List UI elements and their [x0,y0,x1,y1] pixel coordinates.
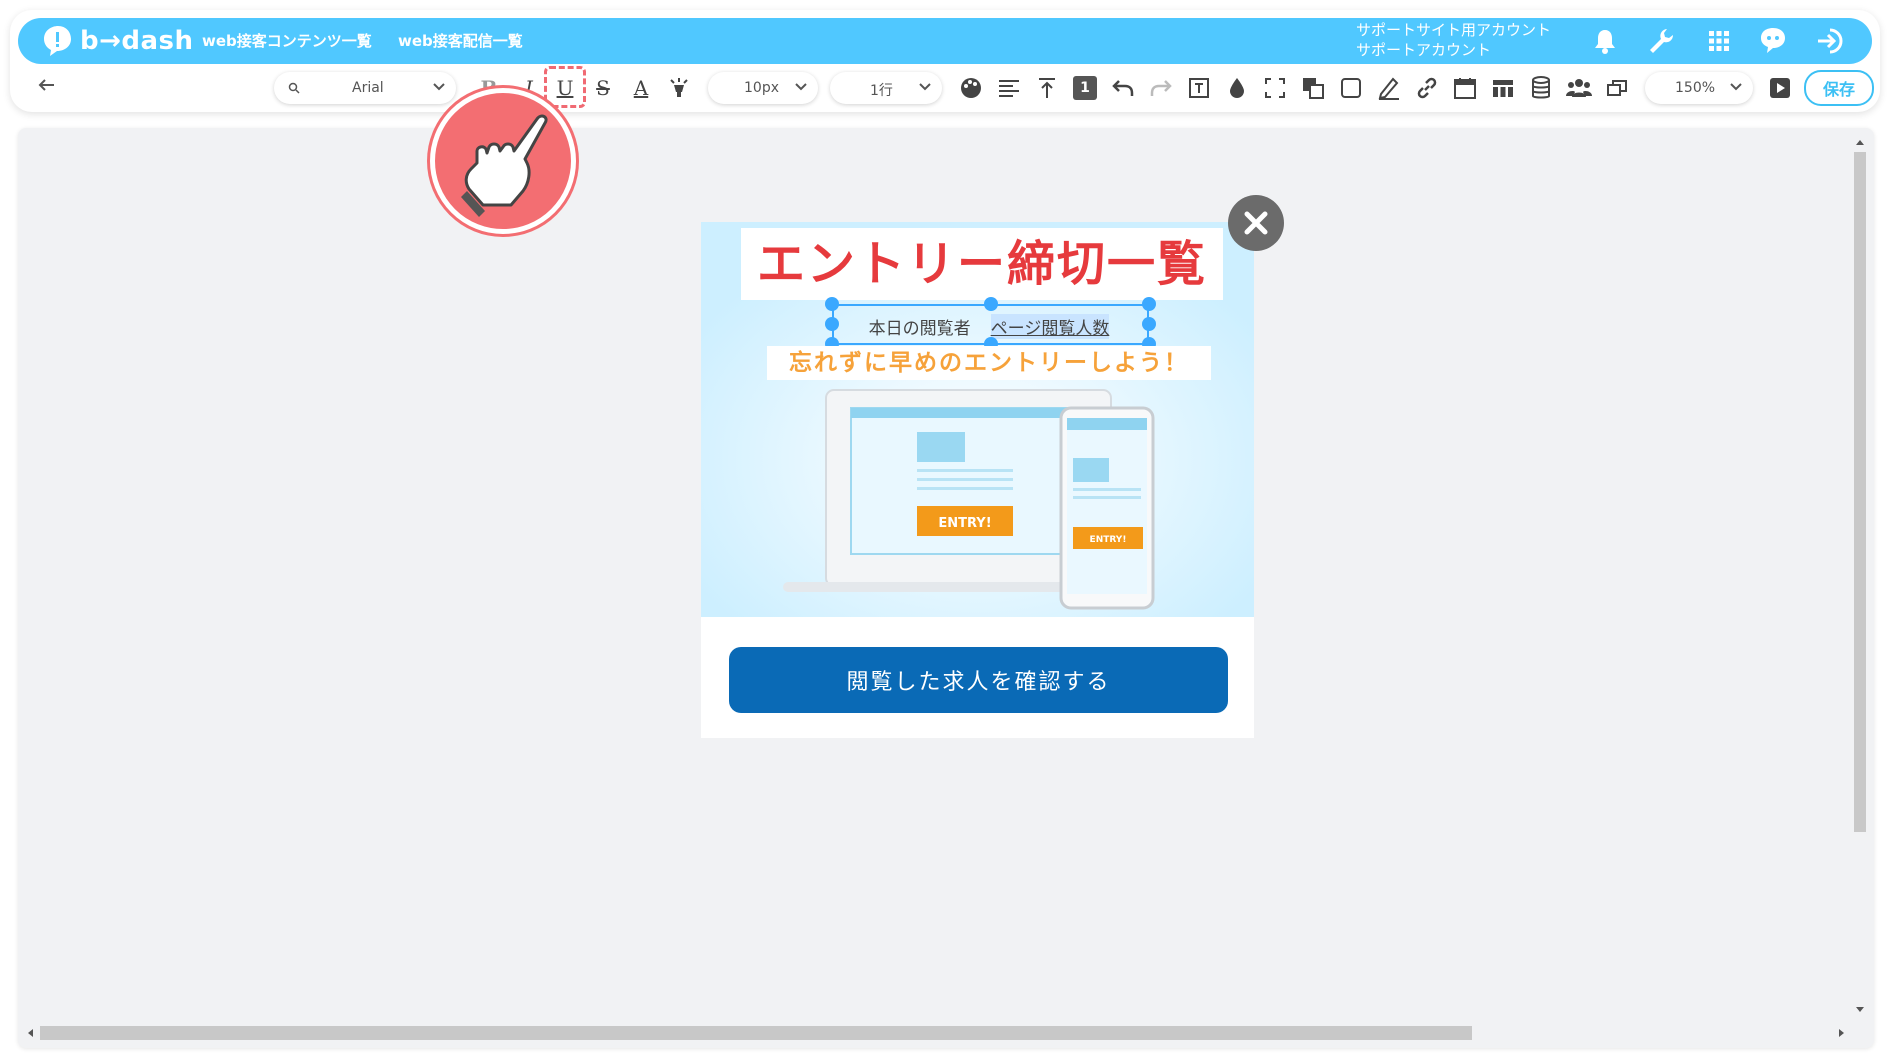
vertical-align-top-icon[interactable] [1033,74,1061,102]
zoom-select[interactable]: 150% [1645,72,1753,104]
wrench-icon[interactable] [1644,24,1678,58]
highlight-icon[interactable] [665,74,693,102]
tutorial-pointer-circle [430,88,576,234]
search-icon [288,82,300,94]
popup-title[interactable]: エントリー締切一覧 [741,228,1223,300]
logo-text: b→dash [80,26,194,56]
font-size-select[interactable]: 10px [708,72,818,104]
chevron-down-icon [919,83,931,91]
table-icon[interactable] [1489,74,1517,102]
account-user: サポートアカウント [1356,41,1492,59]
account-name: サポートサイト用アカウント [1356,21,1552,39]
logo-icon [44,26,71,56]
block-number-badge[interactable]: 1 [1071,74,1099,102]
reminder-text[interactable]: 忘れずに早めのエントリーしよう！ [767,346,1211,380]
save-button[interactable]: 保存 [1804,70,1874,106]
scroll-left-arrow-icon[interactable] [26,1028,34,1038]
nav-web-delivery-list[interactable]: web接客配信一覧 [398,30,523,51]
horizontal-scrollbar[interactable] [26,1024,1852,1040]
phone-entry-label: ENTRY! [1090,535,1127,545]
hand-pointer-icon [461,114,548,217]
apps-grid-icon[interactable] [1702,24,1736,58]
calendar-icon[interactable] [1451,74,1479,102]
layer-order-icon[interactable] [1299,74,1327,102]
line-height-value: 1行 [870,83,893,99]
copy-window-icon[interactable] [1603,74,1631,102]
users-group-icon[interactable] [1565,74,1593,102]
resize-handle-middle-right[interactable] [1142,317,1156,331]
chat-support-icon[interactable] [1756,24,1790,58]
underline-button-highlight [544,66,586,108]
b-dash-logo[interactable]: b→dash [40,24,194,58]
vertical-scrollbar[interactable] [1852,136,1868,1032]
account-info[interactable]: サポートサイト用アカウント サポートアカウント [1356,20,1551,60]
align-left-icon[interactable] [995,74,1023,102]
chevron-down-icon [795,83,807,91]
palette-icon[interactable] [957,74,985,102]
font-family-value: Arial [352,80,384,96]
line-height-select[interactable]: 1行 [830,72,942,104]
text-box-icon[interactable] [1185,74,1213,102]
zoom-value: 150% [1675,80,1716,96]
scroll-right-arrow-icon[interactable] [1838,1028,1846,1038]
top-header: b→dash web接客コンテンツ一覧 web接客配信一覧 サポートサイト用アカ… [18,18,1872,64]
bell-icon[interactable] [1588,24,1622,58]
horizontal-scroll-thumb[interactable] [40,1026,1472,1040]
font-family-select[interactable]: Arial [274,72,456,104]
close-icon[interactable] [1228,195,1284,251]
text-color-button[interactable]: A [627,74,655,102]
nav-web-content-list[interactable]: web接客コンテンツ一覧 [202,30,372,51]
resize-handle-top-right[interactable] [1142,297,1156,311]
resize-handle-middle-left[interactable] [825,317,839,331]
opacity-drop-icon[interactable] [1223,74,1251,102]
view-jobs-button[interactable]: 閲覧した求人を確認する [729,647,1228,713]
border-icon[interactable] [1337,74,1365,102]
vertical-scroll-thumb[interactable] [1854,152,1866,832]
scroll-down-arrow-icon[interactable] [1855,1006,1865,1014]
logout-icon[interactable] [1814,24,1848,58]
database-icon[interactable] [1527,74,1555,102]
chevron-down-icon [1730,83,1742,91]
block-number: 1 [1073,76,1097,100]
editor-toolbar: Arial B I U S A 10px 1行 1 150% 保存 [0,68,1890,108]
laptop-entry-label: ENTRY! [938,516,991,531]
popup-preview[interactable]: ENTRY! ENTRY! エントリー締切一覧 本日の閲覧者 ページ閲覧人数 忘… [701,222,1254,738]
resize-handle-top-center[interactable] [984,297,998,311]
font-size-value: 10px [744,80,779,96]
undo-icon[interactable] [1109,74,1137,102]
scroll-up-arrow-icon[interactable] [1855,138,1865,146]
back-arrow-icon[interactable] [36,74,58,100]
fullscreen-icon[interactable] [1261,74,1289,102]
chevron-down-icon [433,83,445,91]
link-icon[interactable] [1413,74,1441,102]
redo-icon[interactable] [1147,74,1175,102]
play-preview-icon[interactable] [1766,74,1794,102]
resize-handle-top-left[interactable] [825,297,839,311]
pen-icon[interactable] [1375,74,1403,102]
strikethrough-button[interactable]: S [589,74,617,102]
popup-banner[interactable]: ENTRY! ENTRY! エントリー締切一覧 本日の閲覧者 ページ閲覧人数 忘… [701,222,1254,617]
